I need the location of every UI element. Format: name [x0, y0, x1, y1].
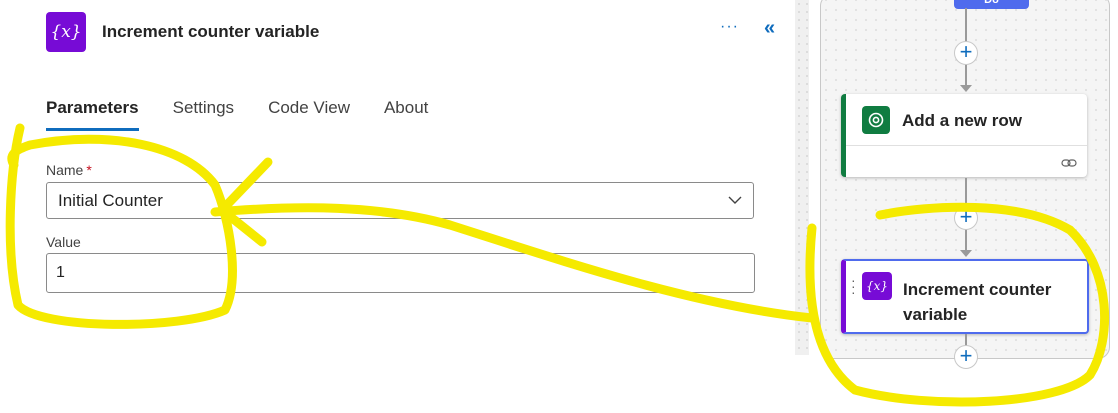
tab-about[interactable]: About [384, 98, 428, 131]
name-field-label: Name * [46, 162, 92, 178]
connector-arrow [960, 85, 972, 92]
add-step-button[interactable]: + [954, 345, 978, 369]
card-title: Add a new row [902, 111, 1022, 130]
designer-canvas: Do + Add a new row + · · · {x} Increment c… [795, 0, 1118, 413]
tab-parameters[interactable]: Parameters [46, 98, 139, 131]
collapse-panel-button[interactable]: « [764, 18, 775, 38]
variable-icon: {x} [862, 272, 892, 300]
required-marker: * [86, 162, 92, 178]
add-step-button[interactable]: + [954, 41, 978, 65]
connector-arrow [960, 250, 972, 257]
more-options-button[interactable]: ··· [720, 18, 739, 36]
card-title: Increment counter variable [903, 280, 1052, 324]
card-header: Add a new row [846, 94, 1087, 146]
tab-settings[interactable]: Settings [173, 98, 234, 131]
panel-title: Increment counter variable [102, 22, 320, 41]
name-dropdown[interactable]: Initial Counter [46, 182, 754, 219]
dataverse-icon [862, 106, 890, 134]
action-properties-panel: {x} Increment counter variable ··· « Par… [0, 0, 795, 413]
canvas-background [795, 0, 809, 355]
action-card-increment-counter-variable[interactable]: · · · {x} Increment counter variable [841, 259, 1089, 334]
tab-code-view[interactable]: Code View [268, 98, 350, 131]
name-dropdown-value: Initial Counter [58, 190, 163, 210]
panel-tabs: Parameters Settings Code View About [46, 98, 462, 131]
add-step-button[interactable]: + [954, 206, 978, 230]
value-input[interactable] [46, 253, 755, 293]
link-icon[interactable] [1061, 157, 1077, 169]
value-field-label: Value [46, 234, 81, 250]
drag-handle-icon[interactable]: · · · [851, 273, 856, 299]
variable-icon: {x} [46, 12, 86, 52]
chevron-down-icon [728, 196, 742, 204]
panel-header: {x} Increment counter variable [46, 12, 319, 52]
action-card-add-a-new-row[interactable]: Add a new row [841, 94, 1087, 177]
